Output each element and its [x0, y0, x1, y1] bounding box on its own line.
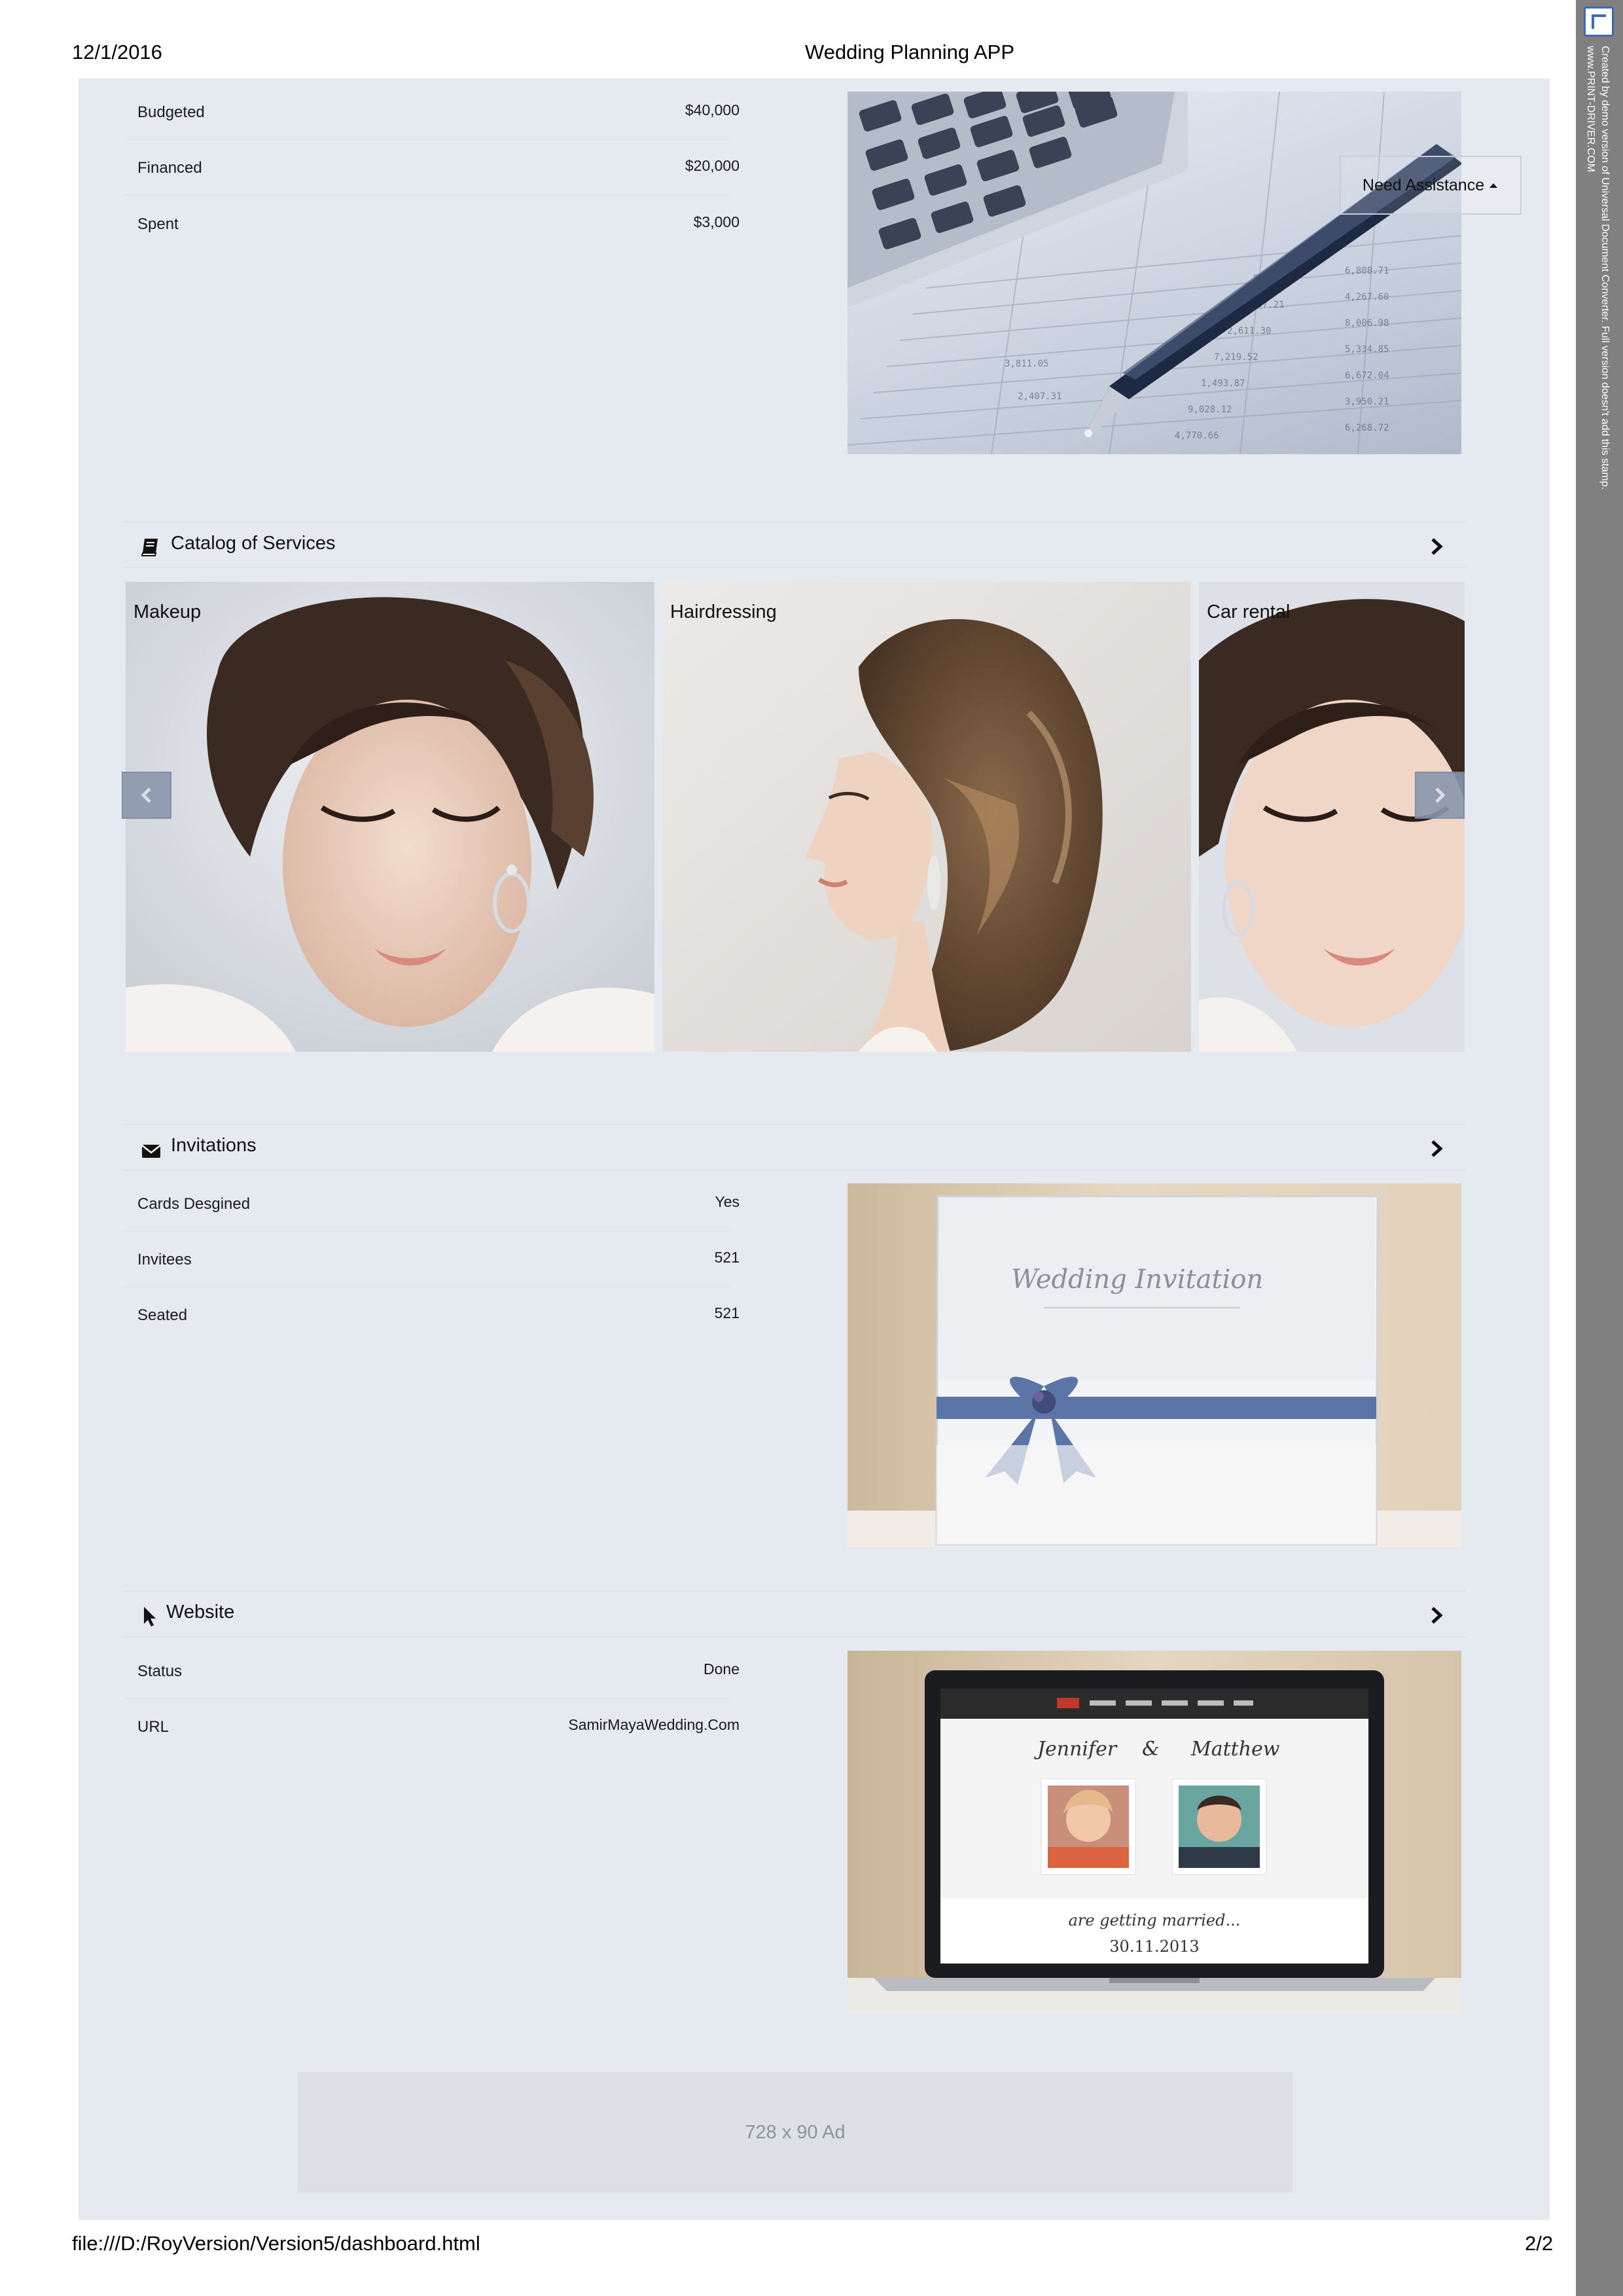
- website-screen-ampersand: &: [1142, 1738, 1160, 1761]
- row-divider: [124, 1698, 730, 1699]
- budget-value-spent: $3,000: [693, 213, 740, 230]
- row-divider: [124, 1230, 730, 1232]
- website-header[interactable]: [124, 1590, 1466, 1638]
- service-label-hairdressing: Hairdressing: [670, 601, 777, 622]
- svg-text:2,407.31: 2,407.31: [1018, 391, 1061, 402]
- invitations-value-cards: Yes: [715, 1193, 740, 1210]
- catalog-title: Catalog of Services: [171, 533, 336, 554]
- row-divider: [124, 1286, 730, 1287]
- website-screen-name-right: Matthew: [1190, 1738, 1280, 1761]
- envelope-icon: [141, 1145, 161, 1158]
- invitations-value-invitees: 521: [714, 1249, 740, 1266]
- website-title: Website: [166, 1602, 235, 1623]
- budget-label-financed: Financed: [137, 159, 202, 177]
- wedding-invitation-card-image: Wedding Invitation: [847, 1183, 1461, 1547]
- print-date: 12/1/2016: [72, 41, 162, 63]
- svg-text:6,268.72: 6,268.72: [1345, 423, 1389, 433]
- website-label-url: URL: [137, 1718, 169, 1736]
- need-assistance-button[interactable]: Need Assistance: [1340, 156, 1522, 215]
- laptop-website-image: Jennifer & Matthew are getting married..…: [847, 1651, 1461, 2013]
- chevron-right-icon[interactable]: [1427, 1139, 1446, 1158]
- chevron-right-icon[interactable]: [1427, 1605, 1446, 1625]
- chevron-right-icon[interactable]: [1427, 537, 1446, 556]
- invitations-label-cards: Cards Desgined: [137, 1195, 251, 1213]
- invitations-label-seated: Seated: [137, 1306, 188, 1324]
- calculator-pen-image: 5,118.436,808.71 3,907.214,267.60 2,611.…: [847, 92, 1461, 454]
- stamp-notice: Created by demo version of Universal Doc…: [1599, 46, 1611, 490]
- budget-label-spent: Spent: [137, 215, 179, 233]
- service-card-hairdressing[interactable]: Hairdressing: [662, 582, 1191, 1052]
- svg-text:1,493.87: 1,493.87: [1201, 378, 1245, 389]
- print-page-number: 2/2: [1525, 2232, 1554, 2255]
- website-screen-tagline: are getting married...: [1069, 1911, 1241, 1929]
- svg-text:6,672.04: 6,672.04: [1345, 370, 1389, 381]
- svg-text:5,334.85: 5,334.85: [1345, 344, 1389, 355]
- website-screen-name-left: Jennifer: [1033, 1738, 1118, 1761]
- invitations-value-seated: 521: [714, 1304, 740, 1321]
- service-label-makeup: Makeup: [134, 601, 202, 622]
- service-card-makeup[interactable]: Makeup: [126, 582, 654, 1052]
- website-screen-date: 30.11.2013: [1109, 1937, 1199, 1956]
- print-title: Wedding Planning APP: [805, 41, 1014, 63]
- chevron-left-icon: [141, 787, 151, 803]
- service-label-car-rental: Car rental: [1207, 601, 1291, 622]
- carousel-prev-button[interactable]: [122, 772, 171, 819]
- invitations-header[interactable]: [124, 1124, 1466, 1171]
- print-url: file:///D:/RoyVersion/Version5/dashboard…: [72, 2232, 480, 2255]
- svg-text:4,267.60: 4,267.60: [1345, 292, 1389, 302]
- website-value-status: Done: [704, 1660, 740, 1677]
- invitation-script: Wedding Invitation: [1011, 1265, 1263, 1295]
- website-label-status: Status: [137, 1662, 183, 1680]
- cursor-icon: [144, 1607, 156, 1626]
- converter-logo-icon: [1584, 7, 1614, 37]
- budget-value-budgeted: $40,000: [685, 101, 740, 118]
- svg-text:2,611.30: 2,611.30: [1227, 326, 1271, 336]
- stamp-website: www.PRINT-DRIVER.COM: [1585, 46, 1596, 172]
- hairdressing-bride-image: [662, 582, 1191, 1052]
- row-divider: [124, 139, 730, 140]
- need-assistance-label: Need Assistance: [1362, 175, 1485, 194]
- website-value-url[interactable]: SamirMayaWedding.Com: [452, 1716, 740, 1734]
- svg-text:6,808.71: 6,808.71: [1345, 266, 1389, 276]
- invitations-title: Invitations: [171, 1135, 257, 1156]
- invitations-label-invitees: Invitees: [137, 1251, 192, 1268]
- budget-value-financed: $20,000: [685, 157, 740, 174]
- carousel-next-button[interactable]: [1415, 772, 1465, 819]
- svg-text:8,006.98: 8,006.98: [1345, 318, 1389, 329]
- row-divider: [124, 194, 730, 196]
- chevron-right-icon: [1435, 787, 1446, 803]
- caret-up-icon: [1489, 183, 1498, 188]
- ad-placeholder[interactable]: 728 x 90 Ad: [298, 2072, 1293, 2193]
- svg-text:4,770.66: 4,770.66: [1175, 431, 1219, 441]
- budget-label-budgeted: Budgeted: [137, 103, 205, 121]
- book-icon: [141, 539, 158, 556]
- svg-text:7,219.52: 7,219.52: [1214, 352, 1258, 363]
- svg-text:3,950.21: 3,950.21: [1345, 397, 1389, 407]
- svg-text:9,028.12: 9,028.12: [1188, 404, 1232, 415]
- svg-text:3,811.05: 3,811.05: [1005, 359, 1048, 369]
- makeup-bride-image: [126, 582, 654, 1052]
- ad-label: 728 x 90 Ad: [745, 2121, 846, 2143]
